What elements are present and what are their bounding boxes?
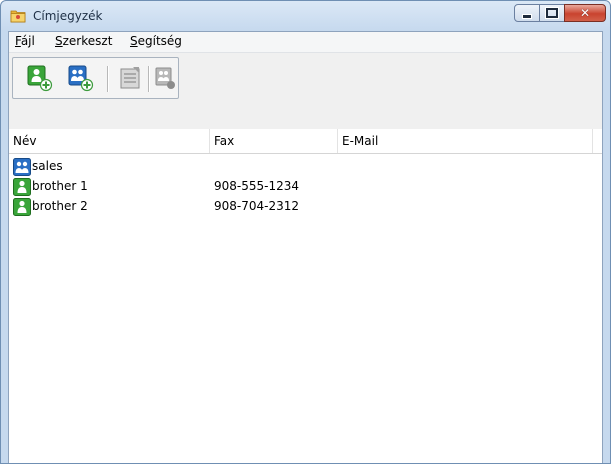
contact-list: Név Fax E-Mail sales brother 1 908-555-1… xyxy=(9,129,602,463)
row-name: brother 2 xyxy=(32,199,88,213)
member-icon xyxy=(13,198,31,216)
row-fax: 908-704-2312 xyxy=(214,199,300,213)
menu-file[interactable]: Fájl xyxy=(13,34,37,48)
column-email-header[interactable]: E-Mail xyxy=(338,129,593,153)
list-header: Név Fax E-Mail xyxy=(9,129,602,154)
edit-icon[interactable] xyxy=(117,64,145,92)
minimize-icon xyxy=(522,13,532,19)
window-title: Címjegyzék xyxy=(33,9,103,23)
send-fax-icon[interactable] xyxy=(155,64,175,92)
list-row-member[interactable]: brother 2 908-704-2312 xyxy=(9,197,602,217)
window-controls: ✕ xyxy=(514,4,606,22)
member-icon xyxy=(13,178,31,196)
address-book-icon xyxy=(10,10,26,23)
toolbar-frame xyxy=(12,57,179,99)
group-icon xyxy=(13,158,31,176)
menu-edit[interactable]: Szerkeszt xyxy=(53,34,114,48)
row-name: sales xyxy=(32,159,63,173)
toolbar-separator xyxy=(107,66,109,92)
toolbar xyxy=(9,53,602,130)
new-group-icon[interactable] xyxy=(66,64,94,92)
title-bar[interactable]: Címjegyzék ✕ xyxy=(1,1,610,31)
address-book-window: Címjegyzék ✕ Fájl Szerkeszt Segítség Név… xyxy=(0,0,611,464)
menu-bar: Fájl Szerkeszt Segítség xyxy=(9,32,602,53)
minimize-button[interactable] xyxy=(514,4,540,22)
new-member-icon[interactable] xyxy=(25,64,53,92)
list-row-group[interactable]: sales xyxy=(9,157,602,177)
maximize-icon xyxy=(546,8,558,18)
toolbar-separator xyxy=(148,66,150,92)
row-name: brother 1 xyxy=(32,179,88,193)
maximize-button[interactable] xyxy=(539,4,565,22)
close-button[interactable]: ✕ xyxy=(564,4,606,22)
client-area: Fájl Szerkeszt Segítség Név Fax E-Mail s… xyxy=(8,31,603,463)
column-fax-header[interactable]: Fax xyxy=(210,129,338,153)
close-icon: ✕ xyxy=(579,6,591,20)
column-name-header[interactable]: Név xyxy=(9,129,210,153)
row-fax: 908-555-1234 xyxy=(214,179,300,193)
menu-help[interactable]: Segítség xyxy=(128,34,184,48)
list-row-member[interactable]: brother 1 908-555-1234 xyxy=(9,177,602,197)
